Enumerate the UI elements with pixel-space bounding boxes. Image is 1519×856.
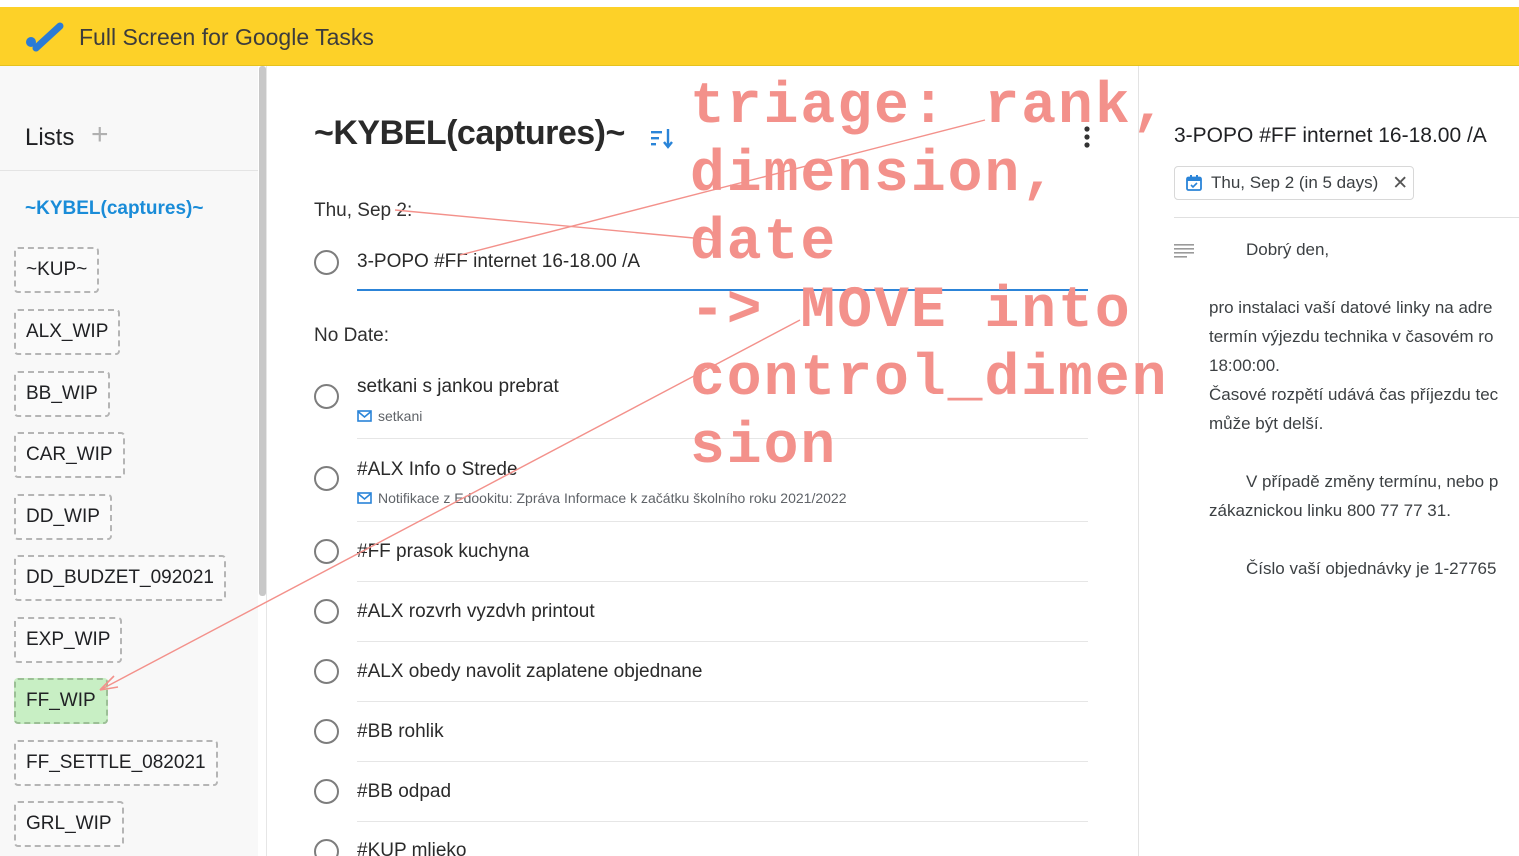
checkmark-logo-icon [26,22,64,52]
sidebar-list-chip[interactable]: GRL_WIP [14,801,124,847]
task-complete-checkbox[interactable] [314,539,339,564]
task-title[interactable]: #ALX rozvrh vyzdvh printout [357,601,595,623]
sidebar-list-chip[interactable]: DD_BUDZET_092021 [14,555,226,601]
note-line: zákaznickou linku 800 77 77 31. [1209,501,1451,520]
sidebar-list-chip[interactable]: EXP_WIP [14,617,123,663]
task-source-label: setkani [378,408,423,424]
task-detail-panel: 3-POPO #FF internet 16-18.00 /A Thu, Sep… [1139,66,1519,856]
task-title[interactable]: #KUP mlieko [357,840,466,856]
task-complete-checkbox[interactable] [314,719,339,744]
sidebar-list-chip-highlighted[interactable]: FF_WIP [14,678,108,724]
sidebar-list-chip[interactable]: ~KUP~ [14,247,100,293]
mail-icon [357,492,372,504]
note-line: Časové rozpětí udává čas příjezdu tec [1209,385,1499,404]
task-title[interactable]: 3-POPO #FF internet 16-18.00 /A [357,251,640,273]
app-bar: Full Screen for Google Tasks [0,7,1519,66]
task-complete-checkbox[interactable] [314,659,339,684]
sidebar-list-chip[interactable]: FF_SETTLE_082021 [14,740,218,786]
task-complete-checkbox[interactable] [314,384,339,409]
task-divider [357,581,1088,582]
sidebar-list-chip[interactable]: CAR_WIP [14,432,125,478]
due-date-label: Thu, Sep 2 (in 5 days) [1211,173,1379,192]
sidebar-list-chip[interactable]: BB_WIP [14,371,110,417]
section-label-date: Thu, Sep 2: [314,200,413,221]
task-source-link[interactable]: Notifikace z Edookitu: Zpráva Informace … [357,490,846,506]
task-source-link[interactable]: setkani [357,408,422,424]
annotation-line: sion [690,415,838,480]
note-line: může být delší. [1209,414,1324,433]
task-divider [357,701,1088,702]
annotation-text: triage: rank, dimension, date -> MOVE into c… [690,74,1168,482]
mail-icon [357,410,372,422]
task-title[interactable]: #BB rohlik [357,721,444,743]
sidebar-list-chip[interactable]: ALX_WIP [14,309,121,355]
app-title: Full Screen for Google Tasks [79,24,374,50]
note-line: Dobrý den, [1246,240,1330,259]
task-title[interactable]: #FF prasok kuchyna [357,541,529,563]
annotation-line: date [690,211,838,276]
task-title[interactable]: #ALX obedy navolit zaplatene objednane [357,661,702,683]
detail-task-title[interactable]: 3-POPO #FF internet 16-18.00 /A [1174,124,1487,148]
task-complete-checkbox[interactable] [314,466,339,491]
task-title[interactable]: setkani s jankou prebrat [357,376,559,398]
detail-header-divider [1174,217,1519,218]
sidebar-list-chip[interactable]: DD_WIP [14,494,112,540]
task-source-label: Notifikace z Edookitu: Zpráva Informace … [378,490,847,506]
note-line: termín výjezdu technika v časovém ro [1209,327,1494,346]
task-complete-checkbox[interactable] [314,250,339,275]
task-divider [357,641,1088,642]
task-complete-checkbox[interactable] [314,599,339,624]
calendar-icon [1186,175,1202,191]
section-label-no-date: No Date: [314,325,389,346]
annotation-line: dimension, [690,143,1059,208]
annotation-line: triage: rank, [690,75,1169,140]
note-line: 18:00:00. [1209,356,1280,375]
task-title[interactable]: #BB odpad [357,781,451,803]
note-line: pro instalaci vaší datové linky na adre [1209,298,1493,317]
note-line: Číslo vaší objednávky je 1-27765 [1246,559,1497,578]
add-list-button[interactable]: + [91,120,109,150]
sidebar-scrollbar[interactable] [259,66,266,596]
lists-heading: Lists [25,124,75,151]
task-complete-checkbox[interactable] [314,779,339,804]
annotation-line: -> MOVE into [690,279,1132,344]
close-icon[interactable]: ✕ [1392,172,1408,195]
task-divider [357,521,1088,522]
task-divider [357,761,1088,762]
sidebar-item-active-list[interactable]: ~KYBEL(captures)~ [25,198,203,220]
due-date-chip[interactable]: Thu, Sep 2 (in 5 days) ✕ [1174,166,1414,200]
sort-icon[interactable] [649,126,677,150]
task-title[interactable]: #ALX Info o Strede [357,459,518,481]
task-divider [357,821,1088,822]
lists-header-divider [0,170,258,171]
window-top-strip [0,0,1519,7]
annotation-line: control_dimen [690,347,1169,412]
note-line: V případě změny termínu, nebo p [1246,472,1499,491]
notes-icon [1174,244,1194,258]
page-title: ~KYBEL(captures)~ [314,114,625,152]
